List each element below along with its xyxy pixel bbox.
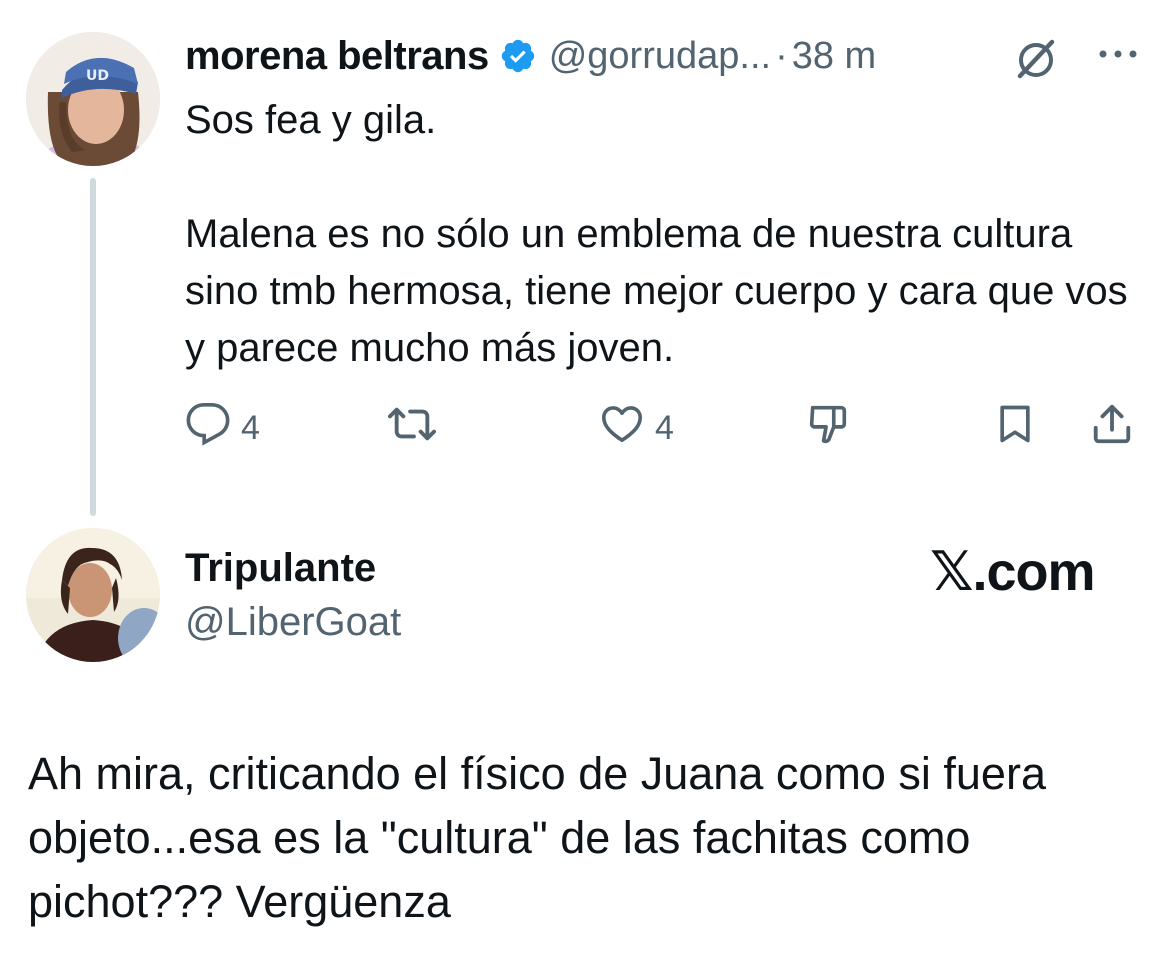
quote-author-display-name[interactable]: Tripulante — [185, 546, 376, 591]
x-com-watermark: 𝕏.com — [930, 542, 1096, 602]
heart-icon — [599, 401, 645, 456]
quote-author-handle[interactable]: @LiberGoat — [185, 600, 401, 645]
author-handle[interactable]: @gorrudap... — [549, 35, 771, 78]
svg-text:UD: UD — [86, 68, 109, 84]
retweet-button[interactable] — [387, 400, 437, 456]
avatar[interactable] — [26, 528, 160, 662]
avatar[interactable]: UD — [26, 32, 160, 166]
tweet-actions: 4 4 — [185, 400, 1145, 456]
reply-button[interactable]: 4 — [185, 400, 260, 456]
tweet-text-paragraph: Malena es no sólo un emblema de nuestra … — [185, 212, 1128, 370]
grok-icon[interactable] — [1012, 34, 1060, 87]
verified-badge-icon — [499, 37, 537, 75]
reply-count: 4 — [241, 408, 260, 447]
bookmark-icon — [993, 401, 1037, 456]
tweet-text: Sos fea y gila. Malena es no sólo un emb… — [185, 92, 1145, 377]
reply-text: Ah mira, criticando el físico de Juana c… — [28, 748, 1046, 927]
like-count: 4 — [655, 408, 674, 447]
more-options-icon[interactable] — [1096, 44, 1140, 69]
reply-icon — [185, 401, 231, 456]
share-button[interactable] — [1089, 400, 1135, 456]
share-icon — [1089, 401, 1135, 456]
tweet-text-line: Sos fea y gila. — [185, 98, 437, 142]
retweet-icon — [387, 401, 437, 456]
dislike-icon — [805, 401, 851, 456]
like-button[interactable]: 4 — [599, 400, 674, 456]
bookmark-button[interactable] — [993, 400, 1037, 456]
thread-line — [90, 178, 96, 516]
tweet-timestamp[interactable]: 38 m — [792, 35, 876, 78]
dislike-button[interactable] — [805, 400, 851, 456]
author-display-name[interactable]: morena beltrans — [185, 34, 489, 79]
tweet-header: morena beltrans @gorrudap... · 38 m — [185, 28, 876, 84]
tweet: UD morena beltrans @gorrudap... · 38 m S — [0, 0, 1170, 520]
separator-dot: · — [775, 34, 788, 77]
